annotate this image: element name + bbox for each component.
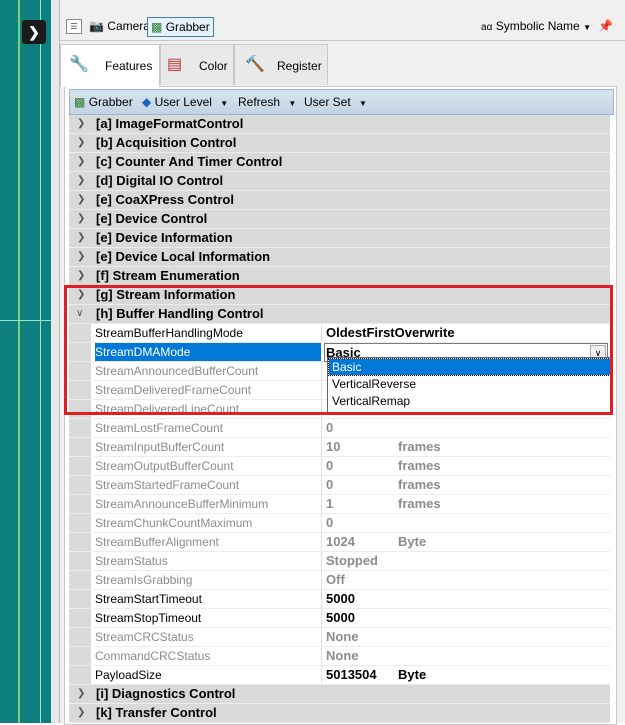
horizontal-guide-line [0, 320, 51, 321]
tab-features[interactable]: 🔧 Features [60, 44, 160, 87]
list-icon[interactable]: ☰ [66, 19, 82, 34]
highlight-box [64, 285, 613, 415]
category-row[interactable]: ❯ [e] Device Control [69, 210, 610, 229]
chevron-right-icon[interactable]: ❯ [77, 153, 85, 171]
wrench-icon: 🔨 [245, 56, 265, 73]
tools-icon: 🔧 [69, 56, 89, 73]
dropdown-arrow-icon: ▼ [288, 99, 297, 108]
dropdown-arrow-icon: ▼ [359, 99, 367, 108]
left-panel: ❯ [0, 0, 51, 723]
text-icon: aα [481, 22, 493, 33]
category-row[interactable]: ❯ [e] Device Information [69, 229, 610, 248]
light-guide-line [40, 0, 41, 723]
divider [60, 40, 625, 41]
chevron-right-icon[interactable]: ❯ [77, 267, 85, 285]
green-guide-line [18, 0, 20, 723]
property-row[interactable]: StreamStartedFrameCount 0 frames [69, 476, 610, 495]
chevron-right-icon[interactable]: ❯ [77, 210, 85, 228]
refresh-dropdown[interactable]: Refresh ▼ [238, 90, 296, 114]
property-row[interactable]: StreamLostFrameCount 0 [69, 419, 610, 438]
property-row[interactable]: StreamStopTimeout 5000 [69, 609, 610, 628]
property-row[interactable]: StreamBufferAlignment 1024 Byte [69, 533, 610, 552]
property-row[interactable]: StreamStatus Stopped [69, 552, 610, 571]
category-row[interactable]: ❯ [a] ImageFormatControl [69, 115, 610, 134]
grabber-button[interactable]: ▩ Grabber [147, 17, 214, 37]
property-row[interactable]: StreamAnnounceBufferMinimum 1 frames [69, 495, 610, 514]
symbolic-name-dropdown[interactable]: aα Symbolic Name ▼ [481, 17, 591, 35]
category-row[interactable]: ❯ [c] Counter And Timer Control [69, 153, 610, 172]
grabber-icon: ▩ [74, 95, 86, 109]
tab-color[interactable]: ▤ Color [160, 44, 234, 85]
category-row[interactable]: ❯ [i] Diagnostics Control [69, 685, 610, 704]
grabber-tool-button[interactable]: ▩ Grabber [74, 90, 133, 114]
tab-strip: 🔧 Features ▤ Color 🔨 Register [60, 44, 625, 87]
bar-chart-icon: ▤ [167, 56, 183, 73]
features-toolbar: ▩ Grabber ◆ User Level ▼ Refresh ▼ User … [69, 89, 614, 115]
camera-icon: 📷 [89, 19, 104, 33]
dropdown-arrow-icon: ▼ [583, 23, 591, 32]
property-row[interactable]: StreamOutputBufferCount 0 frames [69, 457, 610, 476]
category-row[interactable]: ❯ [e] CoaXPress Control [69, 191, 610, 210]
camera-button[interactable]: 📷 Camera [86, 17, 153, 35]
dropdown-arrow-icon: ▼ [220, 99, 229, 108]
property-row[interactable]: StreamInputBufferCount 10 frames [69, 438, 610, 457]
chevron-right-icon[interactable]: ❯ [77, 115, 85, 133]
chevron-right-icon[interactable]: ❯ [77, 191, 85, 209]
user-set-dropdown[interactable]: User Set ▼ [304, 90, 367, 114]
chevron-right-icon[interactable]: ❯ [77, 704, 85, 722]
property-row[interactable]: StreamStartTimeout 5000 [69, 590, 610, 609]
splitter[interactable] [51, 0, 60, 723]
top-bar: ☰ 📷 Camera ▩ Grabber aα Symbolic Name ▼ … [60, 14, 625, 40]
tab-register[interactable]: 🔨 Register [234, 44, 328, 85]
category-row[interactable]: ❯ [d] Digital IO Control [69, 172, 610, 191]
category-row[interactable]: ❯ [k] Transfer Control [69, 704, 610, 723]
diamond-icon: ◆ [142, 95, 152, 109]
chevron-right-icon[interactable]: ❯ [77, 134, 85, 152]
chevron-right-icon[interactable]: ❯ [77, 229, 85, 247]
expand-arrow-icon[interactable]: ❯ [22, 20, 46, 44]
category-row[interactable]: ❯ [b] Acquisition Control [69, 134, 610, 153]
property-grid: ❯ [a] ImageFormatControl ❯ [b] Acquisition… [69, 115, 610, 723]
category-row[interactable]: ❯ [f] Stream Enumeration [69, 267, 610, 286]
chevron-right-icon[interactable]: ❯ [77, 685, 85, 703]
property-row[interactable]: StreamIsGrabbing Off [69, 571, 610, 590]
pin-icon[interactable]: 📌 [598, 17, 613, 35]
chevron-right-icon[interactable]: ❯ [77, 248, 85, 266]
category-row[interactable]: ❯ [e] Device Local Information [69, 248, 610, 267]
property-row[interactable]: StreamChunkCountMaximum 0 [69, 514, 610, 533]
grabber-icon: ▩ [151, 20, 163, 34]
property-row[interactable]: CommandCRCStatus None [69, 647, 610, 666]
property-row[interactable]: StreamCRCStatus None [69, 628, 610, 647]
chevron-right-icon[interactable]: ❯ [77, 172, 85, 190]
property-row[interactable]: PayloadSize 5013504 Byte [69, 666, 610, 685]
user-level-dropdown[interactable]: ◆ User Level ▼ [142, 90, 228, 114]
